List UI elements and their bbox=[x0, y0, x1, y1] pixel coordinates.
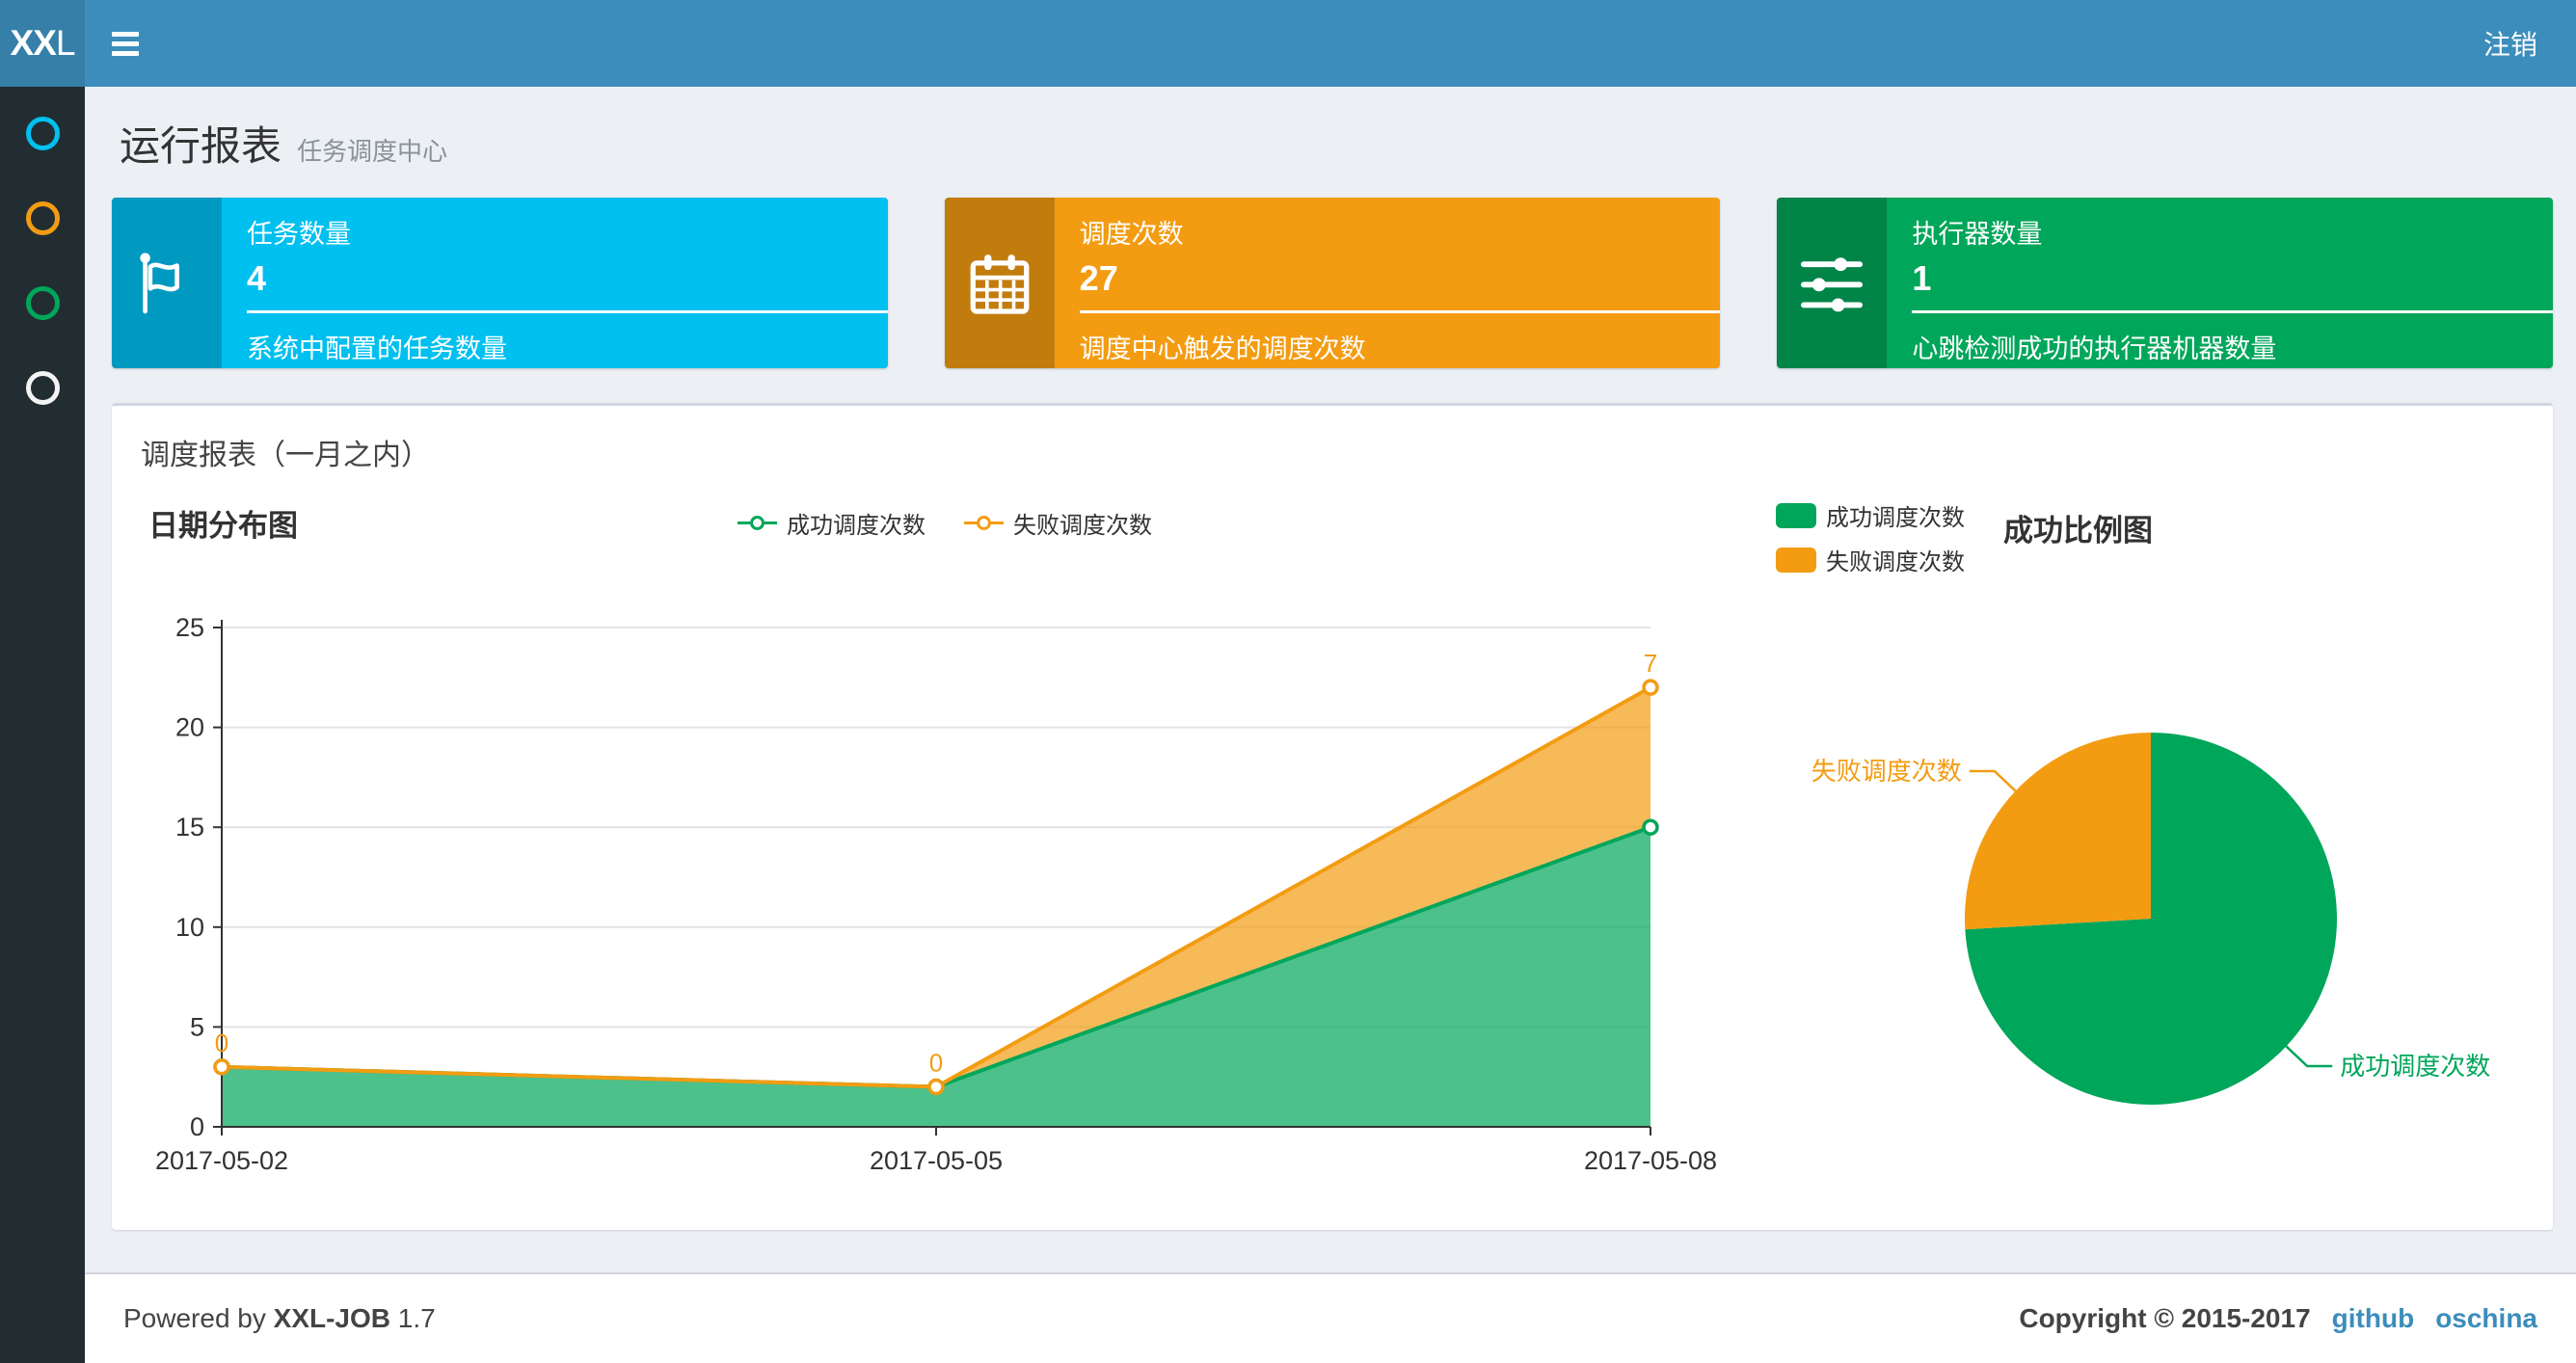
legend-swatch-icon bbox=[1776, 502, 1816, 528]
data-point-label: 0 bbox=[215, 1029, 228, 1057]
pie-chart-canvas: 成功调度次数 失败调度次数 bbox=[1811, 733, 2490, 1105]
stat-box-triggers: 调度次数 27 调度中心触发的调度次数 bbox=[944, 198, 1721, 368]
logout-link[interactable]: 注销 bbox=[2483, 24, 2537, 63]
legend-label: 失败调度次数 bbox=[1826, 549, 1965, 575]
stat-boxes-row: 任务数量 4 系统中配置的任务数量 调度次数 27 调度中心触发的调度次数 执行… bbox=[112, 198, 2554, 368]
sidebar-toggle-icon[interactable] bbox=[112, 31, 139, 56]
svg-text:0: 0 bbox=[190, 1112, 204, 1141]
oschina-link[interactable]: oschina bbox=[2435, 1303, 2537, 1334]
github-link[interactable]: github bbox=[2332, 1303, 2415, 1334]
sidebar-item-3-circle-icon[interactable] bbox=[25, 286, 60, 320]
stat-label: 调度次数 bbox=[1079, 220, 1184, 249]
svg-text:10: 10 bbox=[175, 913, 204, 942]
date-distribution-chart: 日期分布图 成功调度次数 失败调度次数 0 5 10 15 20 25 2017… bbox=[145, 485, 1745, 1201]
svg-text:2017-05-08: 2017-05-08 bbox=[1584, 1146, 1717, 1175]
legend-item-fail[interactable]: 失败调度次数 bbox=[1776, 543, 1965, 576]
line-chart-canvas: 05101520252017-05-02 2017-05-05 2017-05-08… bbox=[155, 613, 1717, 1175]
stat-box-triggers-content: 调度次数 27 调度中心触发的调度次数 bbox=[1055, 198, 1721, 368]
pie-chart-header: 成功调度次数 失败调度次数 成功比例图 bbox=[1745, 485, 2520, 575]
legend-label: 成功调度次数 bbox=[1826, 505, 1965, 531]
svg-text:15: 15 bbox=[175, 813, 204, 842]
data-point-marker bbox=[1642, 679, 1659, 696]
page-title: 运行报表 bbox=[120, 123, 282, 169]
svg-text:5: 5 bbox=[190, 1012, 204, 1041]
pie-chart-legend: 成功调度次数 失败调度次数 bbox=[1776, 498, 1965, 576]
svg-text:2017-05-05: 2017-05-05 bbox=[870, 1146, 1003, 1175]
report-panel-body: 日期分布图 成功调度次数 失败调度次数 0 5 10 15 20 25 2017… bbox=[112, 485, 2553, 1230]
page-footer: Powered by XXL-JOB 1.7 Copyright © 2015-… bbox=[85, 1272, 2576, 1363]
pie-slice bbox=[1965, 733, 2151, 930]
stat-box-executors-content: 执行器数量 1 心跳检测成功的执行器机器数量 bbox=[1887, 198, 2554, 368]
app-logo-text-bold: XX bbox=[10, 23, 57, 63]
stat-description: 系统中配置的任务数量 bbox=[247, 334, 507, 363]
sidebar-item-2-circle-icon[interactable] bbox=[25, 201, 60, 235]
legend-label: 成功调度次数 bbox=[787, 512, 926, 539]
line-chart-legend: 成功调度次数 失败调度次数 bbox=[738, 506, 1152, 540]
stat-box-jobs: 任务数量 4 系统中配置的任务数量 bbox=[112, 198, 888, 368]
content-area: 运行报表 任务调度中心 任务数量 4 系统中配置的任务数量 调度次数 27 调度… bbox=[85, 87, 2576, 1272]
report-panel: 调度报表（一月之内） 日期分布图 成功调度次数 失败调度次数 0 5 10 15… bbox=[112, 403, 2553, 1230]
copyright-text: Copyright © 2015-2017 bbox=[2019, 1303, 2311, 1333]
line-marker-icon bbox=[964, 515, 1004, 530]
sidebar-item-1-circle-icon[interactable] bbox=[25, 117, 60, 150]
report-panel-title: 调度报表（一月之内） bbox=[141, 440, 430, 471]
line-chart-header: 日期分布图 成功调度次数 失败调度次数 bbox=[145, 485, 1745, 560]
sidebar-item-4-circle-icon[interactable] bbox=[25, 371, 60, 405]
data-point-marker bbox=[1642, 818, 1659, 836]
legend-label: 失败调度次数 bbox=[1013, 512, 1152, 539]
success-ratio-chart: 成功调度次数 失败调度次数 成功比例图 成功调度次数 失败调度次数 bbox=[1745, 485, 2520, 1201]
powered-by: Powered by XXL-JOB 1.7 bbox=[123, 1303, 436, 1334]
divider bbox=[1912, 310, 2554, 313]
stat-value: 1 bbox=[1912, 258, 1932, 298]
pie-chart-title: 成功比例图 bbox=[2003, 514, 2153, 548]
flag-icon bbox=[112, 198, 222, 368]
app-logo[interactable]: XX L bbox=[0, 0, 85, 87]
calendar-icon bbox=[944, 198, 1055, 368]
top-navbar: XX L 注销 bbox=[0, 0, 2576, 87]
report-panel-header: 调度报表（一月之内） bbox=[112, 406, 2553, 485]
powered-prefix: Powered by bbox=[123, 1303, 266, 1333]
legend-item-success[interactable]: 成功调度次数 bbox=[1776, 498, 1965, 532]
sliders-icon bbox=[1777, 198, 1888, 368]
line-marker-icon bbox=[738, 515, 777, 530]
stat-description: 调度中心触发的调度次数 bbox=[1079, 334, 1366, 363]
pie-label: 失败调度次数 bbox=[1811, 757, 1962, 786]
legend-swatch-icon bbox=[1776, 547, 1816, 573]
pie-label-line bbox=[2285, 1045, 2333, 1068]
stat-description: 心跳检测成功的执行器机器数量 bbox=[1912, 334, 2277, 363]
collapsed-sidebar bbox=[0, 87, 85, 1363]
line-chart-title: 日期分布图 bbox=[148, 508, 298, 543]
svg-text:20: 20 bbox=[175, 713, 204, 742]
pie-label-line bbox=[1969, 769, 2017, 792]
stat-box-jobs-content: 任务数量 4 系统中配置的任务数量 bbox=[222, 198, 888, 368]
copyright-area: Copyright © 2015-2017 github oschina bbox=[2019, 1303, 2537, 1334]
stat-value: 27 bbox=[1079, 258, 1118, 298]
svg-text:2017-05-02: 2017-05-02 bbox=[155, 1146, 288, 1175]
page-header: 运行报表 任务调度中心 bbox=[120, 114, 2553, 173]
legend-item-fail[interactable]: 失败调度次数 bbox=[964, 506, 1152, 540]
divider bbox=[1079, 310, 1721, 313]
brand-name: XXL-JOB bbox=[273, 1303, 391, 1333]
stat-value: 4 bbox=[247, 258, 267, 298]
divider bbox=[247, 310, 888, 313]
page-subtitle: 任务调度中心 bbox=[297, 137, 448, 166]
data-point-marker bbox=[213, 1058, 230, 1076]
data-point-marker bbox=[927, 1078, 945, 1096]
app-logo-text-light: L bbox=[55, 23, 76, 63]
legend-item-success[interactable]: 成功调度次数 bbox=[738, 506, 926, 540]
stat-label: 执行器数量 bbox=[1912, 220, 2043, 249]
svg-text:25: 25 bbox=[175, 613, 204, 642]
data-point-label: 0 bbox=[929, 1049, 943, 1078]
data-point-label: 7 bbox=[1644, 649, 1657, 678]
navbar-body: 注销 bbox=[85, 0, 2576, 87]
stat-box-executors: 执行器数量 1 心跳检测成功的执行器机器数量 bbox=[1777, 198, 2554, 368]
pie-label: 成功调度次数 bbox=[2340, 1052, 2490, 1081]
brand-version: 1.7 bbox=[397, 1303, 436, 1333]
stat-label: 任务数量 bbox=[247, 220, 351, 249]
